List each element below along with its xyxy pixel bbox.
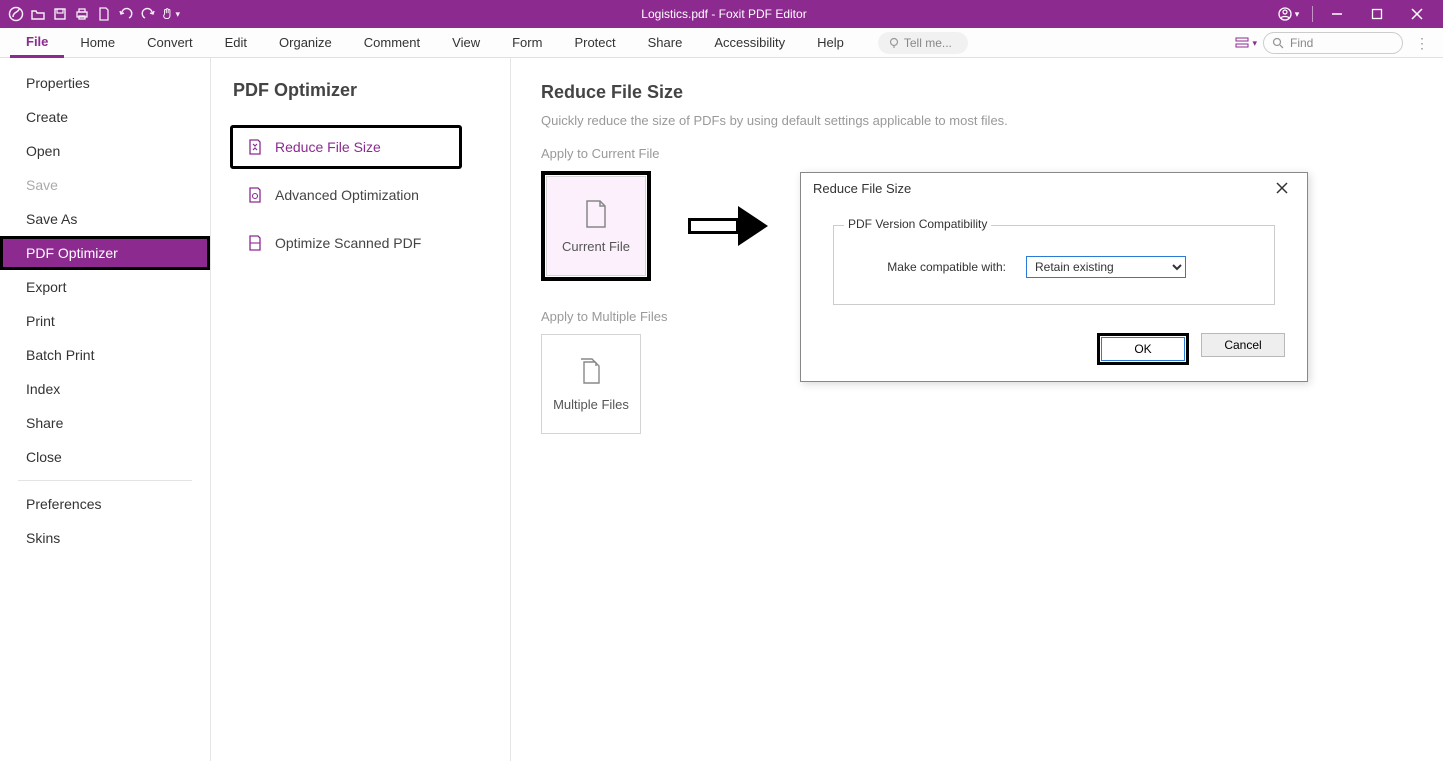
separator bbox=[1312, 6, 1313, 22]
tile-current-file[interactable]: Current File bbox=[546, 176, 646, 276]
option-label: Optimize Scanned PDF bbox=[275, 235, 421, 251]
find-placeholder: Find bbox=[1290, 36, 1313, 50]
bulb-icon bbox=[888, 37, 900, 49]
quick-access-toolbar: ▾ bbox=[6, 4, 180, 24]
arrow-annotation bbox=[683, 201, 773, 251]
minimize-button[interactable] bbox=[1317, 0, 1357, 28]
maximize-button[interactable] bbox=[1357, 0, 1397, 28]
file-icon bbox=[583, 199, 609, 229]
tab-file[interactable]: File bbox=[10, 28, 64, 58]
sidebar-item-skins[interactable]: Skins bbox=[0, 521, 210, 555]
undo-icon[interactable] bbox=[116, 4, 136, 24]
tile-label: Multiple Files bbox=[553, 397, 629, 412]
tab-comment[interactable]: Comment bbox=[348, 28, 436, 58]
highlight-annotation: Current File bbox=[541, 171, 651, 281]
file-backstage: Properties Create Open Save Save As PDF … bbox=[0, 58, 1443, 761]
blank-page-icon[interactable] bbox=[94, 4, 114, 24]
sidebar-item-pdf-optimizer[interactable]: PDF Optimizer bbox=[0, 236, 210, 270]
advanced-icon bbox=[245, 185, 265, 205]
cancel-button[interactable]: Cancel bbox=[1201, 333, 1285, 357]
option-label: Advanced Optimization bbox=[275, 187, 419, 203]
close-button[interactable] bbox=[1397, 0, 1437, 28]
separator bbox=[18, 480, 192, 481]
reduce-file-size-dialog: Reduce File Size PDF Version Compatibili… bbox=[800, 172, 1308, 382]
compress-icon bbox=[245, 137, 265, 157]
files-icon bbox=[577, 357, 605, 387]
sidebar-item-export[interactable]: Export bbox=[0, 270, 210, 304]
pdf-version-fieldset: PDF Version Compatibility Make compatibl… bbox=[833, 225, 1275, 305]
sidebar-item-batch-print[interactable]: Batch Print bbox=[0, 338, 210, 372]
tab-protect[interactable]: Protect bbox=[558, 28, 631, 58]
tell-me-search[interactable]: Tell me... bbox=[878, 32, 968, 54]
tab-view[interactable]: View bbox=[436, 28, 496, 58]
title-bar: ▾ Logistics.pdf - Foxit PDF Editor ▾ bbox=[0, 0, 1443, 28]
content-title: Reduce File Size bbox=[541, 82, 1413, 103]
window-controls: ▾ bbox=[1268, 0, 1437, 28]
redo-icon[interactable] bbox=[138, 4, 158, 24]
tab-accessibility[interactable]: Accessibility bbox=[698, 28, 801, 58]
print-icon[interactable] bbox=[72, 4, 92, 24]
tab-help[interactable]: Help bbox=[801, 28, 860, 58]
tab-home[interactable]: Home bbox=[64, 28, 131, 58]
compatibility-select[interactable]: Retain existing bbox=[1026, 256, 1186, 278]
dialog-title: Reduce File Size bbox=[813, 181, 911, 196]
option-reduce-file-size[interactable]: Reduce File Size bbox=[230, 125, 462, 169]
highlight-annotation: OK bbox=[1097, 333, 1189, 365]
tile-multiple-files[interactable]: Multiple Files bbox=[541, 334, 641, 434]
ribbon-tabs: File Home Convert Edit Organize Comment … bbox=[0, 28, 1443, 58]
content-description: Quickly reduce the size of PDFs by using… bbox=[541, 113, 1413, 128]
open-icon[interactable] bbox=[28, 4, 48, 24]
tell-me-placeholder: Tell me... bbox=[904, 36, 952, 50]
ok-button[interactable]: OK bbox=[1101, 337, 1185, 361]
sidebar-item-open[interactable]: Open bbox=[0, 134, 210, 168]
sidebar-item-save: Save bbox=[0, 168, 210, 202]
tab-form[interactable]: Form bbox=[496, 28, 558, 58]
sidebar-item-create[interactable]: Create bbox=[0, 100, 210, 134]
optimizer-options-panel: PDF Optimizer Reduce File Size Advanced … bbox=[211, 58, 511, 761]
more-menu-icon[interactable]: ⋮ bbox=[1409, 35, 1435, 52]
panel-title: PDF Optimizer bbox=[233, 80, 492, 101]
scan-icon bbox=[245, 233, 265, 253]
sidebar-item-close[interactable]: Close bbox=[0, 440, 210, 474]
tab-organize[interactable]: Organize bbox=[263, 28, 348, 58]
tile-label: Current File bbox=[562, 239, 630, 254]
option-optimize-scanned-pdf[interactable]: Optimize Scanned PDF bbox=[233, 221, 492, 265]
tab-convert[interactable]: Convert bbox=[131, 28, 209, 58]
save-icon[interactable] bbox=[50, 4, 70, 24]
search-icon bbox=[1272, 37, 1284, 49]
user-account-icon[interactable]: ▾ bbox=[1268, 0, 1308, 28]
tab-edit[interactable]: Edit bbox=[209, 28, 263, 58]
option-advanced-optimization[interactable]: Advanced Optimization bbox=[233, 173, 492, 217]
sidebar-item-index[interactable]: Index bbox=[0, 372, 210, 406]
reading-order-icon[interactable]: ▾ bbox=[1234, 36, 1257, 50]
window-title: Logistics.pdf - Foxit PDF Editor bbox=[180, 7, 1268, 21]
hand-tool-icon[interactable]: ▾ bbox=[160, 4, 180, 24]
app-logo-icon[interactable] bbox=[6, 4, 26, 24]
option-label: Reduce File Size bbox=[275, 139, 381, 155]
sidebar-item-print[interactable]: Print bbox=[0, 304, 210, 338]
section-label-current: Apply to Current File bbox=[541, 146, 1413, 161]
sidebar-item-preferences[interactable]: Preferences bbox=[0, 487, 210, 521]
file-menu-sidebar: Properties Create Open Save Save As PDF … bbox=[0, 58, 211, 761]
compatibility-label: Make compatible with: bbox=[856, 260, 1006, 274]
optimizer-content: Reduce File Size Quickly reduce the size… bbox=[511, 58, 1443, 761]
fieldset-legend: PDF Version Compatibility bbox=[844, 217, 991, 231]
sidebar-item-properties[interactable]: Properties bbox=[0, 66, 210, 100]
find-box[interactable]: Find bbox=[1263, 32, 1403, 54]
sidebar-item-save-as[interactable]: Save As bbox=[0, 202, 210, 236]
sidebar-item-share[interactable]: Share bbox=[0, 406, 210, 440]
tab-share[interactable]: Share bbox=[632, 28, 699, 58]
dialog-close-button[interactable] bbox=[1269, 179, 1295, 197]
